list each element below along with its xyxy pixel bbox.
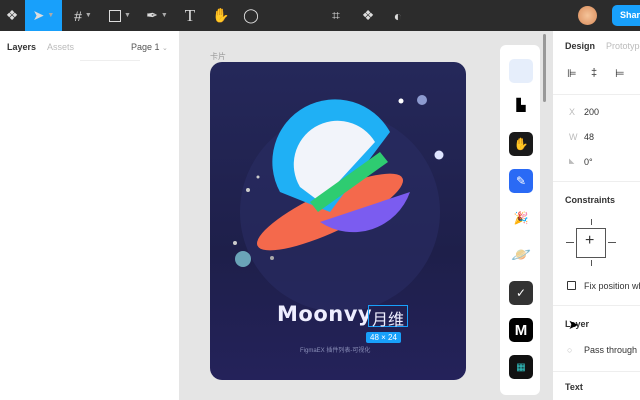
plus-icon: + [585,232,595,249]
tab-prototype[interactable]: Prototype [606,41,640,51]
plugin-7-icon[interactable]: ✓ [509,281,533,305]
layers-panel: Layers Assets Page 1 ⌄ [0,31,180,400]
tab-layers[interactable]: Layers [7,42,36,52]
subtitle-text[interactable]: FigmaEX 插件列表-可视化 [300,345,370,354]
page-name: Page 1 [131,42,160,52]
frame-tool[interactable]: # ▼ [68,0,98,31]
plugin-strip: ▙ ✋ ✎ 🎉 🪐 ✓ M ▦ [500,45,540,395]
planet-illustration [233,95,444,312]
share-button[interactable]: Share [612,5,640,26]
plugin-8-icon[interactable]: M [509,318,533,342]
scrollbar[interactable] [543,34,546,102]
shape-tool[interactable]: ▼ [105,0,135,31]
plugin-3-icon[interactable]: ✋ [509,132,533,156]
constraints-heading: Constraints [565,195,616,205]
avatar[interactable] [578,6,597,25]
rectangle-icon [109,9,122,22]
card-frame[interactable]: Moonvy 月维 48 × 24 FigmaEX 插件列表-可视化 [210,62,466,380]
plugin-4-icon[interactable]: ✎ [509,169,533,193]
blend-mode-select[interactable]: Pass through [584,345,637,355]
text-heading: Text [565,382,583,392]
cursor-icon: ➤ [32,7,45,23]
blend-icon: ○ [567,345,573,355]
transform-icon: ⌗ [332,7,340,23]
divider [553,305,640,306]
component-frame-button[interactable]: ⌗ [326,0,346,31]
toolbar: ❖ ➤▼ #▼ ▼ ✒▼ T ✋ ◯ ⌗ ❖ ◐ Share [0,0,640,31]
move-tool[interactable]: ➤ ▼ [25,0,62,31]
fix-position-checkbox[interactable] [567,281,576,290]
size-badge: 48 × 24 [366,332,401,343]
plugin-5-icon[interactable]: 🎉 [509,206,533,230]
tab-design[interactable]: Design [565,41,595,51]
title-text[interactable]: Moonvy [277,302,372,326]
align-right-icon[interactable]: ⊨ [615,67,625,80]
divider [553,181,640,182]
page-selector[interactable]: Page 1 ⌄ [131,42,168,52]
constraint-bottom[interactable] [591,260,592,266]
divider [80,60,140,61]
design-panel: Design Prototype ⊫ ‡ ⊨ X 200 W 48 ◣ 0° C… [552,31,640,400]
comment-tool[interactable]: ◯ [240,0,262,31]
figma-menu-icon[interactable]: ❖ [0,0,24,31]
plugin-2-icon[interactable]: ▙ [509,93,533,117]
hand-tool[interactable]: ✋ [210,0,232,31]
hand-icon: ✋ [212,7,230,23]
divider [553,371,640,372]
constraint-left[interactable] [566,242,574,243]
align-center-icon[interactable]: ‡ [591,67,597,79]
component-button[interactable]: ❖ [358,0,378,31]
align-left-icon[interactable]: ⊫ [567,67,577,80]
frame-label[interactable]: 卡片 [210,51,226,62]
w-input[interactable]: 48 [584,132,594,142]
pen-icon: ✒ [146,7,158,23]
constraint-box[interactable]: + [576,228,606,258]
w-label: W [569,132,578,142]
tab-assets[interactable]: Assets [47,42,74,52]
constraint-top[interactable] [591,219,592,225]
x-input[interactable]: 200 [584,107,599,117]
rotation-input[interactable]: 0° [584,157,593,167]
mouse-cursor-icon: ➤ [568,317,579,332]
plugin-6-icon[interactable]: 🪐 [509,243,533,267]
selected-text-layer[interactable]: 月维 [368,305,408,329]
constraint-right[interactable] [608,242,616,243]
pen-tool[interactable]: ✒ ▼ [142,0,172,31]
x-label: X [569,107,576,117]
text-tool[interactable]: T [180,0,200,31]
contrast-icon: ◐ [393,7,403,24]
fix-position-label: Fix position wh [584,281,640,291]
divider [553,94,640,95]
chevron-down-icon: ⌄ [162,45,168,52]
contrast-button[interactable]: ◐ [388,0,408,31]
text-icon: T [184,5,196,25]
comment-icon: ◯ [243,7,259,23]
frame-icon: # [74,7,82,24]
plugin-9-icon[interactable]: ▦ [509,355,533,379]
rotation-icon: ◣ [569,158,575,165]
plugin-1-icon[interactable] [509,59,533,83]
component-icon: ❖ [361,7,375,23]
